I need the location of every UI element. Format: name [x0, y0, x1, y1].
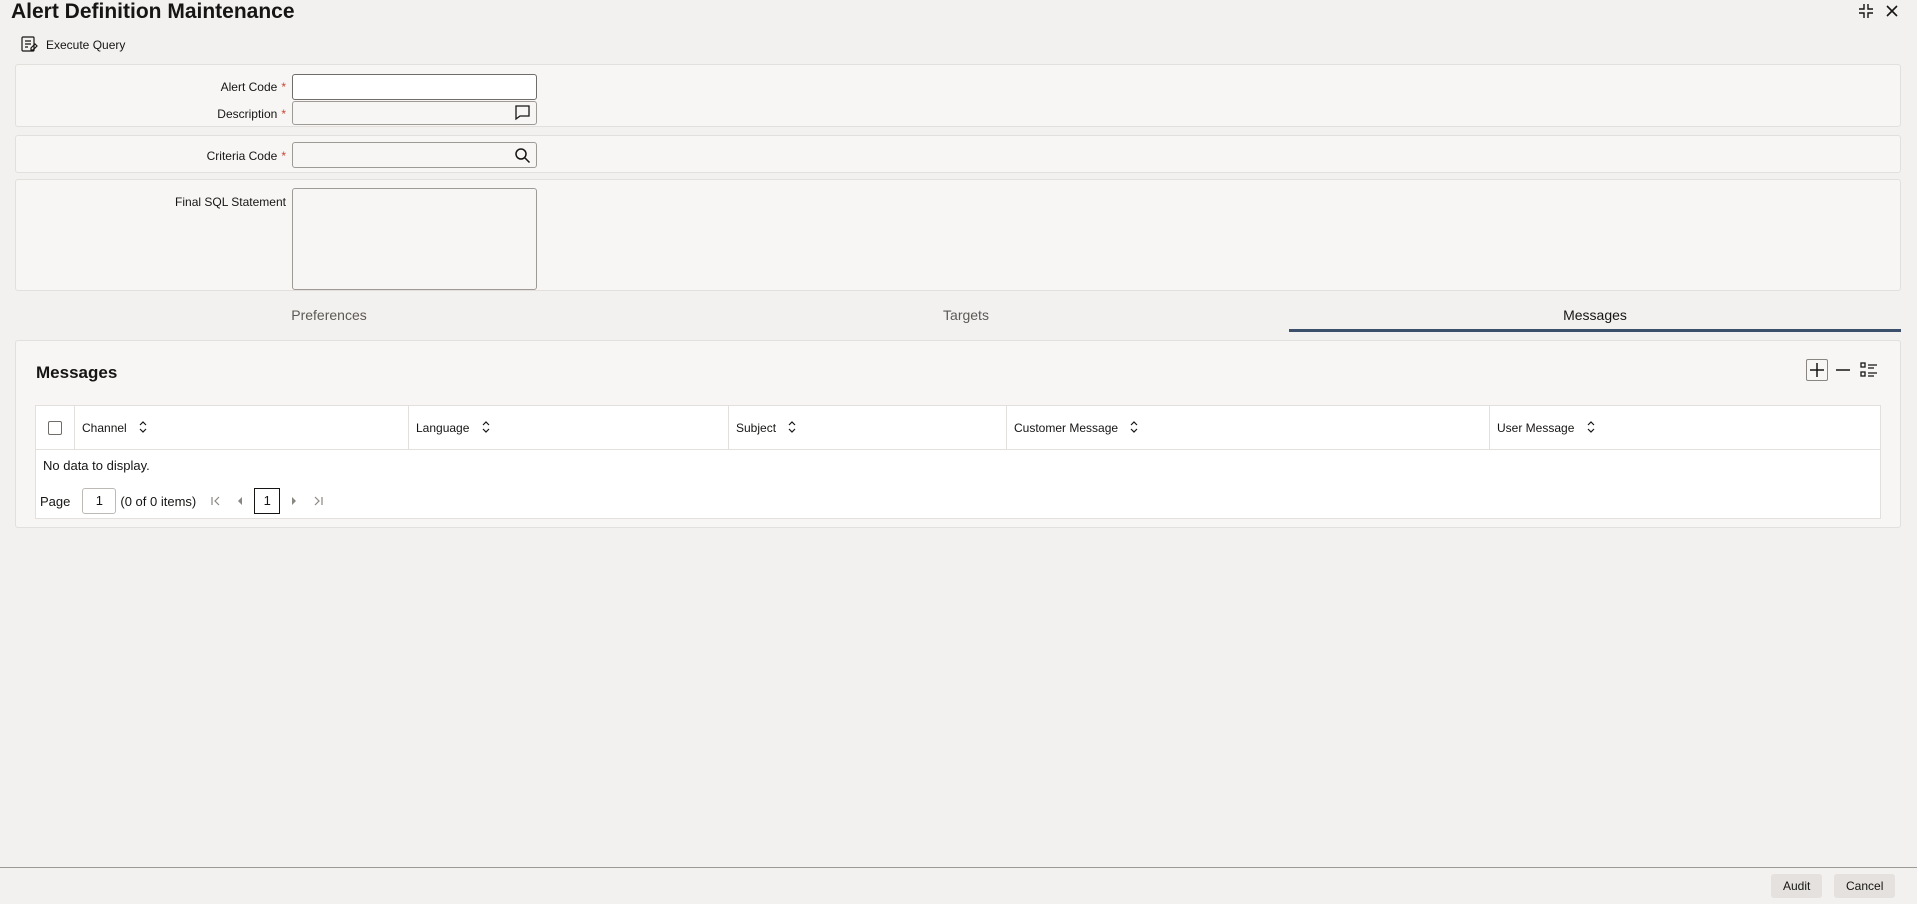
required-mark: * — [281, 80, 286, 94]
sort-icon — [481, 407, 491, 451]
comment-icon[interactable] — [514, 104, 531, 121]
sort-icon — [138, 407, 148, 451]
grid-actions — [1806, 359, 1880, 381]
criteria-code-label-wrap: Criteria Code * — [16, 149, 286, 163]
last-page-icon[interactable] — [308, 491, 328, 511]
final-sql-label-wrap: Final SQL Statement — [16, 195, 286, 209]
window-title: Alert Definition Maintenance — [11, 0, 295, 23]
tab-messages[interactable]: Messages — [1289, 298, 1901, 332]
column-label: Language — [416, 421, 470, 435]
criteria-code-label: Criteria Code — [206, 149, 278, 163]
required-mark: * — [281, 149, 286, 163]
tab-targets[interactable]: Targets — [652, 298, 1280, 332]
column-label: User Message — [1497, 421, 1575, 435]
execute-query-icon — [20, 35, 38, 56]
column-label: Channel — [82, 421, 127, 435]
title-bar: Alert Definition Maintenance — [0, 0, 1917, 24]
close-icon[interactable] — [1883, 2, 1901, 20]
execute-query-button[interactable]: Execute Query — [20, 35, 125, 55]
column-label: Customer Message — [1014, 421, 1119, 435]
sort-icon — [787, 407, 797, 451]
first-page-icon[interactable] — [206, 491, 226, 511]
page-number-input[interactable]: 1 — [82, 488, 117, 514]
sort-icon — [1586, 407, 1596, 451]
description-label: Description — [217, 107, 278, 121]
page-nav: 1 — [206, 488, 328, 514]
table-header: Channel Language Subject Customer Messag… — [36, 406, 1880, 450]
description-input[interactable] — [292, 101, 537, 125]
footer-bar: Audit Cancel — [0, 867, 1917, 904]
column-header-language[interactable]: Language — [408, 406, 728, 450]
column-header-user-message[interactable]: User Message — [1489, 406, 1880, 450]
cancel-button[interactable]: Cancel — [1834, 874, 1896, 898]
column-label: Subject — [736, 421, 777, 435]
item-count: (0 of 0 items) — [120, 493, 197, 509]
description-label-wrap: Description * — [16, 107, 286, 121]
execute-query-label: Execute Query — [46, 38, 126, 52]
delete-row-button[interactable] — [1832, 359, 1854, 381]
final-sql-textarea[interactable] — [292, 188, 537, 290]
select-all-checkbox[interactable] — [48, 421, 62, 435]
alert-code-input[interactable] — [292, 74, 537, 100]
criteria-panel: Criteria Code * — [15, 135, 1901, 173]
alert-code-label-wrap: Alert Code * — [16, 80, 286, 94]
messages-title: Messages — [36, 363, 118, 382]
messages-table: Channel Language Subject Customer Messag… — [35, 405, 1881, 519]
sql-panel: Final SQL Statement — [15, 179, 1901, 291]
required-mark: * — [281, 107, 286, 121]
final-sql-label: Final SQL Statement — [175, 195, 286, 209]
tab-bar: Preferences Targets Messages — [15, 298, 1901, 332]
search-icon[interactable] — [514, 147, 531, 164]
sort-icon — [1129, 407, 1139, 451]
criteria-code-input[interactable] — [292, 142, 537, 168]
page-label: Page — [40, 493, 71, 509]
audit-button[interactable]: Audit — [1771, 874, 1823, 898]
column-header-channel[interactable]: Channel — [74, 406, 408, 450]
single-record-view-button[interactable] — [1858, 359, 1880, 381]
current-page-button[interactable]: 1 — [254, 488, 281, 514]
messages-panel: Messages Channel Language Subject Custom… — [15, 340, 1901, 528]
minimize-icon[interactable] — [1857, 2, 1875, 20]
alert-code-label: Alert Code — [220, 80, 278, 94]
column-header-customer-message[interactable]: Customer Message — [1006, 406, 1489, 450]
pagination: Page 1 (0 of 0 items) 1 — [40, 488, 328, 514]
empty-message: No data to display. — [43, 458, 150, 473]
column-header-subject[interactable]: Subject — [728, 406, 1006, 450]
add-row-button[interactable] — [1806, 359, 1828, 381]
alert-details-panel: Alert Code * Description * — [15, 64, 1901, 127]
previous-page-icon[interactable] — [230, 491, 250, 511]
next-page-icon[interactable] — [284, 491, 304, 511]
tab-preferences[interactable]: Preferences — [15, 298, 643, 332]
